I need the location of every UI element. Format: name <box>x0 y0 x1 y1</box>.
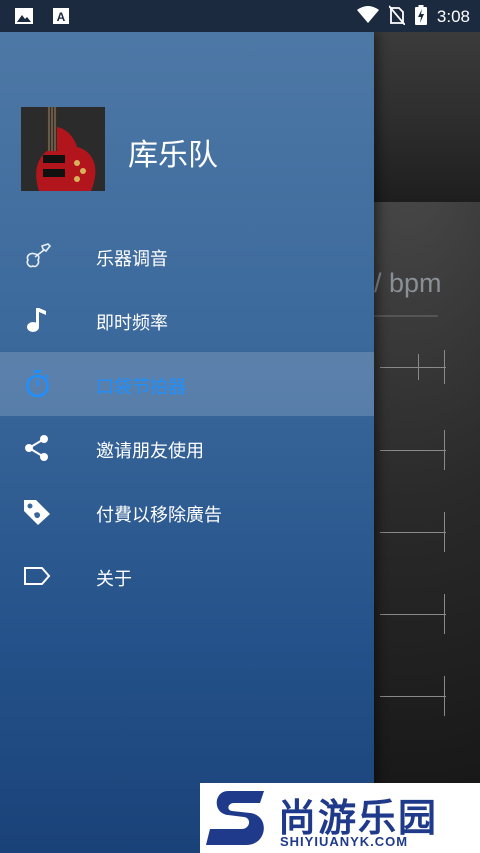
scale-tick <box>444 350 445 384</box>
stopwatch-icon <box>22 370 52 398</box>
clock: 3:08 <box>436 7 470 26</box>
menu-item-tuner[interactable]: 乐器调音 <box>0 224 374 288</box>
background-header <box>374 32 480 202</box>
scale-tick <box>380 696 446 697</box>
app-name: 库乐队 <box>128 138 218 173</box>
scale-tick <box>380 367 446 368</box>
watermark-logo: 尚游乐园 SHIYIUANYK.COM <box>200 783 480 853</box>
scale-tick <box>444 512 445 552</box>
menu-item-label: 付費以移除廣告 <box>96 505 222 526</box>
scale-tick <box>418 354 419 380</box>
a-icon: A <box>52 7 70 29</box>
menu-item-remove-ads[interactable]: 付費以移除廣告 <box>0 480 374 544</box>
wifi-icon <box>356 6 379 28</box>
menu-item-label: 邀请朋友使用 <box>96 441 204 462</box>
menu-item-label: 乐器调音 <box>96 249 168 270</box>
menu-item-metronome[interactable]: 口袋节拍器 <box>0 352 374 416</box>
menu-item-about[interactable]: 关于 <box>0 544 374 608</box>
scale-tick <box>380 450 446 451</box>
watermark-subtitle: SHIYIUANYK.COM <box>280 834 409 849</box>
menu-item-invite[interactable]: 邀请朋友使用 <box>0 416 374 480</box>
bpm-underline <box>374 315 438 317</box>
scale-tick <box>444 676 445 716</box>
menu-item-label: 关于 <box>96 569 132 590</box>
app-avatar <box>21 107 105 191</box>
scale-tick <box>380 532 446 533</box>
menu-item-label: 口袋节拍器 <box>96 377 186 398</box>
scale-tick <box>444 594 445 634</box>
navigation-drawer: 库乐队 乐器调音 即时频率 口袋节拍器 邀请朋友使用 付費以移除廣告 关于 <box>0 32 374 853</box>
battery-charging-icon <box>414 5 427 29</box>
scale-tick <box>444 430 445 470</box>
menu-item-label: 即时频率 <box>96 313 168 334</box>
label-icon <box>22 562 52 590</box>
image-icon <box>14 7 34 29</box>
scale-tick <box>380 614 446 615</box>
music-note-icon <box>22 306 52 334</box>
svg-text:A: A <box>57 10 66 24</box>
menu-item-frequency[interactable]: 即时频率 <box>0 288 374 352</box>
tag-icon <box>22 498 52 526</box>
share-icon <box>22 434 52 462</box>
drawer-menu: 乐器调音 即时频率 口袋节拍器 邀请朋友使用 付費以移除廣告 关于 <box>0 224 374 608</box>
watermark-s-icon <box>204 785 274 853</box>
guitar-icon <box>22 242 52 270</box>
no-sim-icon <box>388 5 406 29</box>
status-bar: A 3:08 <box>0 0 480 32</box>
bpm-label: / bpm <box>374 268 442 298</box>
